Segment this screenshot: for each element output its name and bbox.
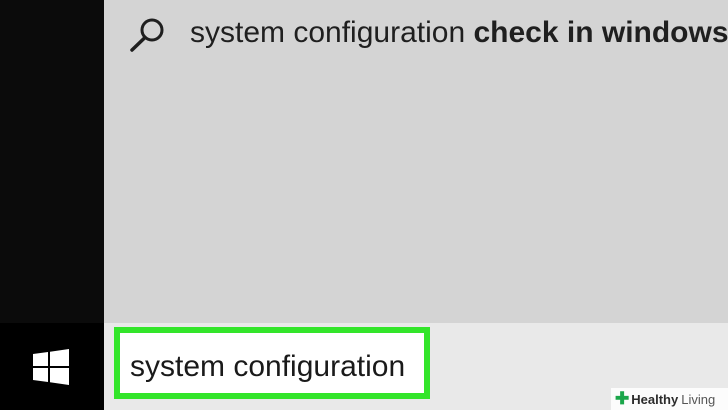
search-input-value: system configuration — [130, 350, 406, 383]
suggestion-prefix: system configuration — [190, 16, 474, 49]
watermark: ✚ Healthy Living — [611, 388, 728, 410]
search-input[interactable]: system configuration — [114, 327, 430, 399]
windows-logo-icon — [33, 348, 69, 385]
suggestion-completion: check in windows — [473, 16, 728, 49]
start-button[interactable] — [0, 323, 104, 410]
watermark-word1: Healthy — [631, 391, 679, 407]
suggestion-text: system configuration check in windows — [190, 12, 728, 54]
search-results-panel: system configuration check in windows — [104, 0, 728, 323]
plus-icon: ✚ — [615, 389, 630, 408]
search-suggestion[interactable]: system configuration check in windows — [104, 0, 728, 68]
start-menu-sidebar — [0, 0, 104, 323]
watermark-word2: Living — [681, 391, 716, 407]
search-icon — [126, 14, 170, 59]
